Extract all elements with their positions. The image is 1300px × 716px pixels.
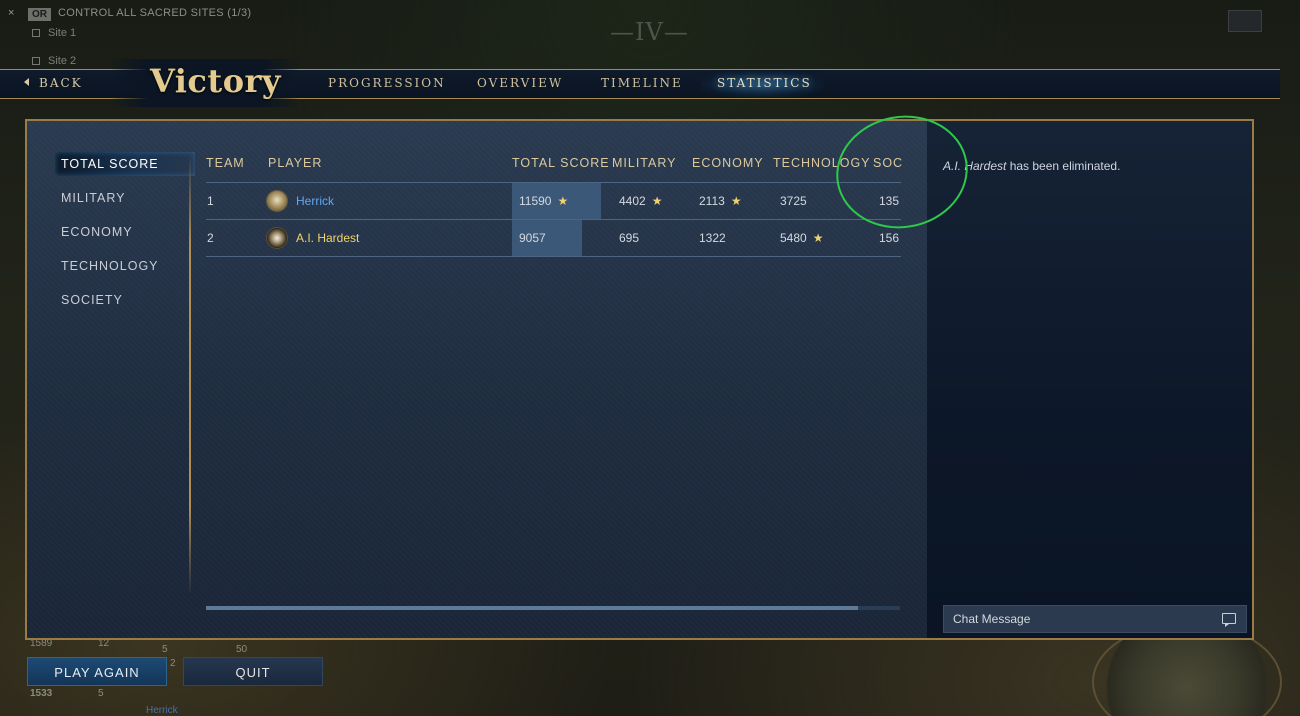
objective-site: Site 1 [32,27,76,39]
page-title: Victory [150,62,281,100]
category-technology[interactable]: TECHNOLOGY [55,254,195,278]
society-cell: 156 [879,231,900,245]
category-military[interactable]: MILITARY [55,186,195,210]
hud-player-label: Herrick [146,705,178,716]
hud-stat: 1533 [30,688,53,699]
technology-cell: 5480 ★ [780,231,824,245]
hud-stat: 5 [98,688,104,699]
objective-text: CONTROL ALL SACRED SITES (1/3) [58,7,252,19]
category-total-score[interactable]: TOTAL SCORE [55,152,195,176]
checkbox-icon [32,57,40,66]
tab-timeline[interactable]: TIMELINE [601,76,683,90]
scrollbar-thumb[interactable] [206,606,858,610]
total-score-cell: 9057 [519,231,546,245]
divider [189,155,191,595]
team-cell: 1 [207,194,214,208]
header-team[interactable]: TEAM [206,156,245,170]
tab-overview[interactable]: OVERVIEW [477,76,563,90]
age-indicator: —IV— [610,18,689,46]
total-score-cell: 11590 ★ [519,194,569,208]
civilization-emblem-icon [266,190,288,212]
tab-progression[interactable]: PROGRESSION [328,76,446,90]
player-name: A.I. Hardest [296,231,360,245]
menu-icon[interactable] [1228,10,1262,32]
row-divider [206,256,901,257]
or-badge: OR [28,8,51,21]
header-military[interactable]: MILITARY [612,156,677,170]
hud-stat: 5 [162,644,168,655]
category-economy[interactable]: ECONOMY [55,220,195,244]
header-technology[interactable]: TECHNOLOGY [773,156,871,170]
team-cell: 2 [207,231,214,245]
header-total-score[interactable]: TOTAL SCORE [512,156,610,170]
tab-statistics[interactable]: STATISTICS [717,76,812,90]
hud-stat: 50 [236,644,248,655]
star-icon: ★ [812,231,824,245]
quit-button[interactable]: QUIT [183,657,323,686]
category-society[interactable]: SOCIETY [55,288,195,312]
hud-stat: 2 [170,658,176,669]
back-button[interactable]: BACK [24,76,83,94]
chat-bubble-icon[interactable] [1222,613,1236,627]
society-cell: 135 [879,194,900,208]
checkbox-icon [32,29,40,38]
civilization-emblem-icon [266,227,288,249]
chat-panel: A.I. Hardest has been eliminated. Chat M… [927,121,1252,638]
economy-cell: 2113 ★ [699,194,742,208]
star-icon: ★ [730,194,742,208]
technology-cell: 3725 [780,194,807,208]
economy-cell: 1322 [699,231,726,245]
chat-input[interactable]: Chat Message [943,605,1247,633]
play-again-button[interactable]: PLAY AGAIN [27,657,167,686]
header-society[interactable]: SOC [873,156,903,170]
horizontal-scrollbar[interactable] [206,606,900,610]
chat-input-placeholder: Chat Message [953,612,1031,626]
military-cell: 4402 ★ [619,194,663,208]
player-name-link[interactable]: Herrick [296,194,334,208]
header-player[interactable]: PLAYER [268,156,322,170]
star-icon: ★ [651,194,663,208]
close-icon[interactable]: × [8,7,14,19]
chat-message: A.I. Hardest has been eliminated. [943,159,1121,173]
objective-site: Site 2 [32,55,76,67]
military-cell: 695 [619,231,640,245]
header-economy[interactable]: ECONOMY [692,156,764,170]
chevron-left-icon [24,78,29,86]
star-icon: ★ [557,194,569,208]
